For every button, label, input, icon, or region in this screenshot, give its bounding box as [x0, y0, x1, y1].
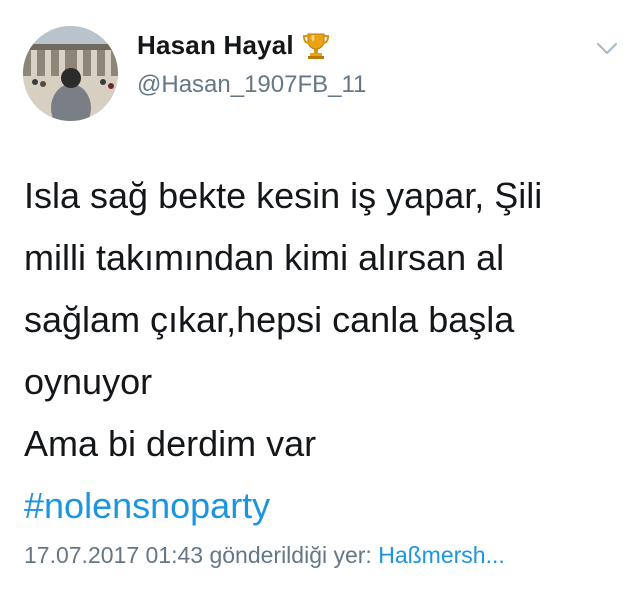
display-name[interactable]: Hasan Hayal — [137, 30, 294, 61]
tweet-text: Isla sağ bekte kesin iş yapar, Şili mill… — [24, 165, 624, 537]
tweet-line: Isla sağ bekte kesin iş yapar, Şili — [24, 175, 543, 216]
tweet-line: milli takımından kimi alırsan al — [24, 237, 505, 278]
timestamp: 17.07.2017 01:43 — [24, 542, 204, 568]
sent-from-label: gönderildiği yer: — [209, 542, 372, 568]
tweet-line: Ama bi derdim var — [24, 423, 317, 464]
trophy-icon — [301, 31, 331, 61]
name-row: Hasan Hayal — [137, 30, 331, 61]
tweet-card: Hasan Hayal @Hasan_1907FB_11 Isla sağ be… — [0, 0, 640, 595]
place-link[interactable]: Haßmersh... — [378, 542, 505, 568]
tweet-line: oynuyor — [24, 361, 153, 402]
user-handle[interactable]: @Hasan_1907FB_11 — [137, 71, 366, 99]
chevron-down-icon[interactable] — [596, 42, 618, 56]
tweet-line: sağlam çıkar,hepsi canla başla — [24, 299, 515, 340]
avatar[interactable] — [23, 26, 118, 121]
hashtag-link[interactable]: #nolensnoparty — [24, 475, 624, 537]
tweet-meta: 17.07.2017 01:43 gönderildiği yer: Haßme… — [24, 542, 505, 569]
